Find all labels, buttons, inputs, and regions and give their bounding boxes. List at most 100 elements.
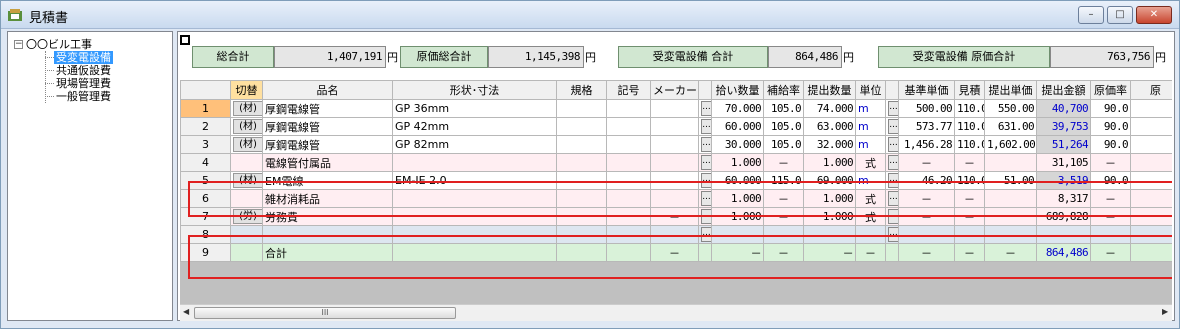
standard-cell[interactable] [556,117,607,136]
spec-cell[interactable]: GP 36mm [392,99,557,118]
close-button[interactable]: ✕ [1136,6,1172,24]
standard-cell[interactable] [556,99,607,118]
unit-cell[interactable]: m [855,117,886,136]
unit-picker-cell[interactable]: ... [885,153,899,172]
collapse-icon[interactable]: − [14,40,23,49]
submit-price-cell[interactable]: 631.00 [984,117,1037,136]
estimate-rate-cell[interactable]: 110.0 [954,99,985,118]
unit-cell[interactable]: m [855,99,886,118]
column-header[interactable]: 切替 [230,80,263,100]
quantity-cell[interactable]: 60.000 [711,117,764,136]
scroll-left-icon[interactable]: ◀ [183,307,189,316]
maker-cell[interactable] [650,99,699,118]
spec-cell[interactable]: GP 42mm [392,117,557,136]
column-header[interactable]: 原 [1130,80,1172,100]
symbol-cell[interactable] [606,135,651,154]
maker-cell[interactable] [650,135,699,154]
item-name-cell[interactable]: 厚鋼電線管 [262,117,393,136]
tree-item-ippan[interactable]: 一般管理費 [56,90,111,103]
column-header[interactable]: 単位 [855,80,886,100]
column-header[interactable]: 原価率 [1090,80,1131,100]
quantity-cell[interactable]: 1.000 [711,153,764,172]
column-header[interactable] [180,80,231,100]
column-header[interactable]: 記号 [606,80,651,100]
column-header[interactable]: 品名 [262,80,393,100]
column-header[interactable]: 提出単価 [984,80,1037,100]
column-header[interactable]: 拾い数量 [711,80,764,100]
unit-picker-cell[interactable]: ... [885,99,899,118]
select-all-box[interactable] [180,35,190,45]
symbol-cell[interactable] [606,153,651,172]
symbol-cell[interactable] [606,117,651,136]
submit-quantity-cell[interactable]: 1.000 [803,153,856,172]
base-price-cell[interactable]: － [898,153,955,172]
quantity-cell[interactable]: 70.000 [711,99,764,118]
unit-picker-button[interactable]: ... [888,137,898,152]
spec-cell[interactable] [392,153,557,172]
scroll-right-icon[interactable]: ▶ [1162,307,1168,316]
standard-cell[interactable] [556,153,607,172]
maximize-button[interactable]: □ [1107,6,1133,24]
estimate-grid[interactable]: 切替 品名 形状･寸法 規格 記号 メーカー 拾い数量 補給率 提出数量 単位 基準単価 見積 提出単価… [180,80,1172,304]
table-row[interactable]: 1 (材) 厚鋼電線管 GP 36mm... 70.000 105.0 74.000 m...… [180,99,1172,118]
maker-picker-cell[interactable]: ... [698,135,712,154]
unit-picker-button[interactable]: ... [888,155,898,170]
switch-cell[interactable]: (材) [230,99,263,118]
supply-rate-cell[interactable]: 105.0 [763,117,804,136]
supply-rate-cell[interactable]: 105.0 [763,99,804,118]
tree-root[interactable]: 〇〇ビル工事 [26,38,92,51]
column-header[interactable]: 提出数量 [803,80,856,100]
extra-cell[interactable] [1130,99,1172,118]
table-row[interactable]: 2 (材) 厚鋼電線管 GP 42mm... 60.000 105.0 63.000 m...… [180,117,1172,136]
submit-quantity-cell[interactable]: 32.000 [803,135,856,154]
section-tree[interactable]: − 〇〇ビル工事 受変電設備 共通仮設費 現場管理費 一般管理費 [7,31,173,321]
unit-cell[interactable]: 式 [855,153,886,172]
unit-picker-cell[interactable]: ... [885,135,899,154]
base-price-cell[interactable]: 573.77 [898,117,955,136]
maker-cell[interactable] [650,117,699,136]
supply-rate-cell[interactable]: 105.0 [763,135,804,154]
submit-quantity-cell[interactable]: 63.000 [803,117,856,136]
column-header[interactable]: メーカー [650,80,699,100]
scroll-thumb[interactable]: III [194,307,456,319]
submit-amount-cell[interactable]: 31,105 [1036,153,1091,172]
tree-item-jyuhenden[interactable]: 受変電設備 [54,51,113,64]
column-header[interactable] [885,80,899,100]
extra-cell[interactable] [1130,135,1172,154]
table-row[interactable]: 3 (材) 厚鋼電線管 GP 82mm... 30.000 105.0 32.000 m...… [180,135,1172,154]
quantity-cell[interactable]: 30.000 [711,135,764,154]
column-header[interactable]: 規格 [556,80,607,100]
submit-price-cell[interactable] [984,153,1037,172]
switch-button[interactable]: (材) [233,119,262,134]
spec-cell[interactable]: GP 82mm [392,135,557,154]
maker-picker-cell[interactable]: ... [698,117,712,136]
cost-rate-cell[interactable]: 90.0 [1090,99,1131,118]
submit-quantity-cell[interactable]: 74.000 [803,99,856,118]
table-row[interactable]: 4 電線管付属品... 1.000 － 1.000 式... －－ 31,105 － [180,153,1172,172]
estimate-rate-cell[interactable]: 110.0 [954,117,985,136]
switch-cell[interactable]: (材) [230,117,263,136]
column-header[interactable] [698,80,712,100]
column-header[interactable]: 形状･寸法 [392,80,557,100]
unit-picker-cell[interactable]: ... [885,117,899,136]
item-name-cell[interactable]: 厚鋼電線管 [262,135,393,154]
minimize-button[interactable]: – [1078,6,1104,24]
maker-cell[interactable] [650,153,699,172]
standard-cell[interactable] [556,135,607,154]
switch-button[interactable]: (材) [233,101,262,116]
column-header[interactable]: 見積 [954,80,985,100]
row-number[interactable]: 2 [180,117,231,136]
column-header[interactable]: 基準単価 [898,80,955,100]
maker-picker-button[interactable]: ... [701,137,711,152]
unit-picker-button[interactable]: ... [888,119,898,134]
title-bar[interactable]: 見積書 – □ ✕ [1,1,1179,29]
row-number[interactable]: 4 [180,153,231,172]
switch-button[interactable]: (材) [233,137,262,152]
estimate-rate-cell[interactable]: － [954,153,985,172]
unit-picker-button[interactable]: ... [888,101,898,116]
cost-rate-cell[interactable]: 90.0 [1090,135,1131,154]
horizontal-scrollbar[interactable]: ◀ III ▶ [180,304,1172,321]
submit-price-cell[interactable]: 550.00 [984,99,1037,118]
extra-cell[interactable] [1130,153,1172,172]
switch-cell[interactable] [230,153,263,172]
